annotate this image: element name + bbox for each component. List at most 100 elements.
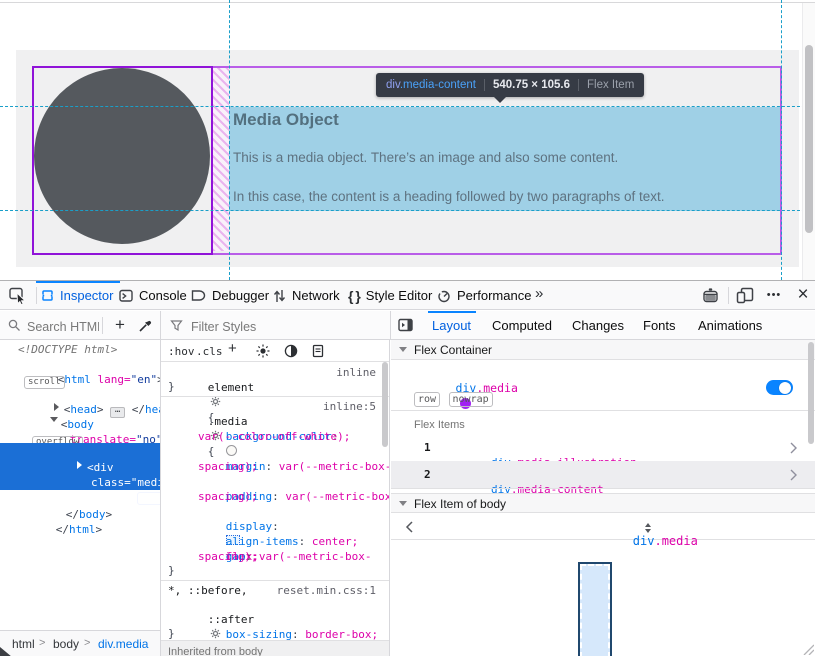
tab-performance-label: Performance bbox=[457, 288, 531, 303]
css-declaration-wrap[interactable]: spacing); bbox=[198, 459, 258, 474]
devtools-window: Media Object This is a media object. The… bbox=[0, 0, 815, 656]
selected-node-row[interactable]: <div class="media"> … </div> flex bbox=[0, 443, 161, 490]
rule-media-source[interactable]: inline:5 bbox=[291, 399, 376, 414]
filter-styles-input[interactable] bbox=[189, 317, 343, 336]
avatar-circle bbox=[34, 68, 210, 244]
css-declaration-wrap[interactable]: spacing); bbox=[198, 489, 258, 504]
doctype-line[interactable]: <!DOCTYPE html> bbox=[18, 342, 117, 357]
flex-guide-vertical-right bbox=[781, 0, 782, 280]
chevron-left-icon[interactable] bbox=[405, 521, 413, 533]
performance-icon bbox=[437, 289, 451, 303]
node-picker-button[interactable] bbox=[8, 286, 30, 305]
rule-reset-source[interactable]: reset.min.css:1 bbox=[266, 583, 376, 598]
tab-style-editor-label: Style Editor bbox=[366, 288, 432, 303]
tab-style-editor[interactable]: { } Style Editor bbox=[348, 281, 432, 310]
rule-reset-selector-line1[interactable]: *, ::before, bbox=[168, 583, 247, 598]
more-tabs-button[interactable]: » bbox=[535, 285, 543, 303]
tab-animations[interactable]: Animations bbox=[698, 318, 762, 333]
node-infobar: div.media-content 540.75 × 105.6 Flex It… bbox=[376, 73, 644, 97]
inspector-icon bbox=[41, 289, 54, 302]
css-declaration-wrap[interactable]: spacing); bbox=[198, 549, 258, 564]
flex-item-row-2[interactable]: 2 div.media-content bbox=[391, 461, 815, 488]
toolbar-separator-right bbox=[728, 287, 729, 304]
resize-grip-icon[interactable] bbox=[801, 642, 814, 655]
tab-network[interactable]: Network bbox=[273, 281, 340, 310]
flex-highlight-toggle[interactable] bbox=[766, 380, 793, 395]
html-close-line[interactable]: </html> bbox=[16, 507, 102, 552]
class-toggle-button[interactable]: .cls bbox=[196, 344, 223, 359]
pane-toggle-icon bbox=[398, 318, 414, 332]
devtools-subbar: + Layout Computed Changes Fonts Ani bbox=[0, 311, 815, 340]
inherited-label: Inherited from body bbox=[168, 646, 263, 656]
tab-performance[interactable]: Performance bbox=[437, 281, 531, 310]
page-preview: Media Object This is a media object. The… bbox=[0, 0, 815, 280]
pseudo-class-button[interactable]: :hov bbox=[168, 344, 195, 359]
token: : bbox=[266, 460, 273, 473]
property-value: var(--metric-box- bbox=[285, 490, 390, 503]
corner-notch-icon bbox=[0, 647, 14, 656]
pane-toggle-button[interactable] bbox=[398, 318, 414, 332]
flex-item-nav-row: div.media bbox=[391, 513, 815, 540]
breadcrumb-separator: > bbox=[84, 637, 90, 649]
breadcrumb-bar: html > body > div.media bbox=[0, 630, 161, 656]
filter-icon bbox=[170, 319, 183, 332]
infobar-selector: div.media-content bbox=[386, 79, 476, 91]
property-value: var(--metric-box- bbox=[259, 550, 372, 563]
flex-badge-selected[interactable]: flex bbox=[137, 492, 161, 505]
token: "en" bbox=[131, 373, 158, 386]
flex-guide-horizontal-top bbox=[0, 106, 815, 107]
breadcrumb-div-media[interactable]: div.media bbox=[98, 637, 148, 651]
layout-scrollbar-thumb[interactable] bbox=[808, 342, 814, 444]
tab-changes[interactable]: Changes bbox=[572, 318, 624, 333]
rule-media-close: } bbox=[168, 563, 175, 578]
rules-scrollbar-thumb[interactable] bbox=[382, 362, 388, 447]
breadcrumb-body[interactable]: body bbox=[53, 637, 79, 651]
flex-container-header[interactable]: Flex Container bbox=[391, 340, 815, 360]
search-input[interactable] bbox=[25, 317, 101, 336]
console-icon bbox=[119, 289, 133, 302]
tab-debugger-label: Debugger bbox=[212, 288, 269, 303]
tab-debugger[interactable]: Debugger bbox=[191, 281, 269, 310]
infobar-tag: div bbox=[386, 79, 400, 91]
breadcrumb-html[interactable]: html bbox=[12, 637, 35, 651]
flex-badges-row: row nowrap bbox=[414, 390, 493, 408]
page-scrollbar[interactable] bbox=[802, 3, 815, 280]
rule-element-source[interactable]: inline bbox=[291, 365, 376, 380]
tab-console-label: Console bbox=[139, 288, 187, 303]
chevron-right-icon bbox=[790, 469, 797, 481]
add-node-icon: + bbox=[115, 315, 125, 334]
panel-separator-row2-right bbox=[390, 311, 391, 340]
close-devtools-button[interactable]: × bbox=[793, 283, 813, 307]
responsive-design-button[interactable] bbox=[736, 287, 755, 304]
flex-item-row-1[interactable]: 1 div.media-illustration bbox=[391, 434, 815, 461]
responsive-design-icon bbox=[736, 287, 755, 304]
close-icon: × bbox=[797, 284, 808, 305]
flex-item-selector-dropdown[interactable]: div.media bbox=[575, 519, 698, 564]
collapse-arrow-icon[interactable] bbox=[399, 501, 407, 510]
meatball-menu-button[interactable]: ••• bbox=[763, 285, 785, 305]
add-node-button[interactable]: + bbox=[111, 313, 129, 337]
collapse-arrow-icon[interactable] bbox=[399, 347, 407, 356]
dark-scheme-icon[interactable] bbox=[284, 344, 298, 358]
tab-computed[interactable]: Computed bbox=[492, 318, 552, 333]
flex-item-diagram-basis bbox=[580, 564, 610, 656]
chevron-right-icon bbox=[790, 442, 797, 454]
add-rule-button[interactable]: + bbox=[228, 340, 237, 357]
print-media-icon[interactable] bbox=[312, 344, 324, 358]
tab-layout[interactable]: Layout bbox=[432, 318, 471, 333]
token: = bbox=[124, 373, 131, 386]
css-declaration-wrap[interactable]: var(--color-off-white); bbox=[198, 429, 350, 444]
flex-gap-hatch bbox=[213, 68, 229, 251]
selector-class: .media bbox=[654, 534, 697, 548]
screenshot-button[interactable] bbox=[702, 287, 720, 304]
tab-console[interactable]: Console bbox=[119, 281, 187, 310]
token: > bbox=[106, 508, 113, 521]
rule-divider bbox=[161, 396, 390, 397]
flex-item-of-body-header[interactable]: Flex Item of body bbox=[391, 493, 815, 513]
page-scrollbar-thumb[interactable] bbox=[805, 45, 813, 233]
tab-fonts[interactable]: Fonts bbox=[643, 318, 676, 333]
tab-inspector[interactable]: Inspector bbox=[41, 281, 113, 310]
eyedropper-button[interactable] bbox=[138, 318, 153, 333]
light-scheme-icon[interactable] bbox=[256, 344, 270, 358]
flex-item-diagram bbox=[578, 562, 612, 656]
